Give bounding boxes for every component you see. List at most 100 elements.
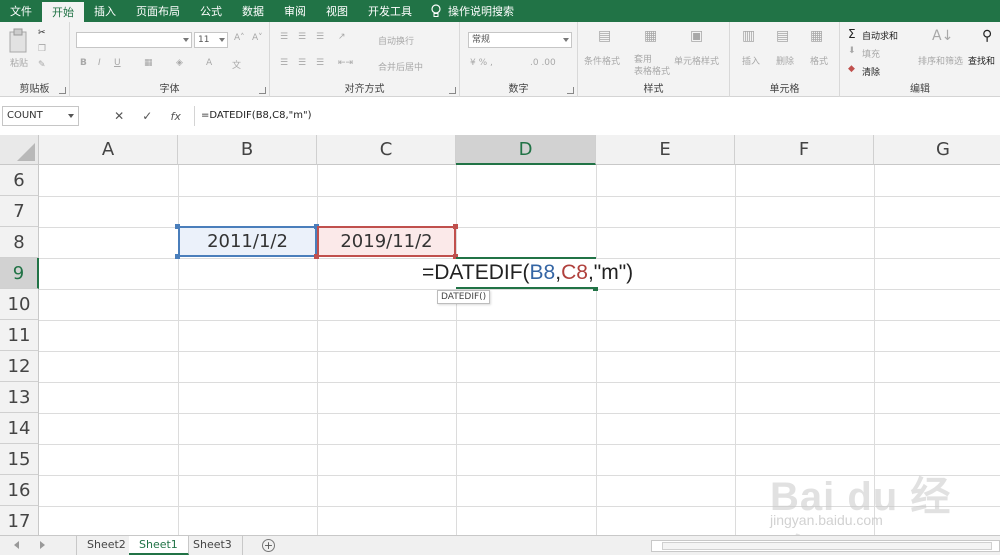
cell-b8[interactable]: 2011/1/2 <box>178 226 317 257</box>
underline-button[interactable]: U <box>114 58 121 68</box>
format-painter-icon[interactable]: ✎ <box>38 60 46 70</box>
row-header-13[interactable]: 13 <box>0 382 39 413</box>
wrap-text-button[interactable]: 自动换行 <box>378 34 414 47</box>
number-launcher-icon[interactable] <box>567 87 574 94</box>
orientation-icon[interactable]: ↗ <box>338 32 346 42</box>
sheet-tab-sheet1[interactable]: Sheet1 <box>129 536 189 555</box>
sheet-tab-sheet3[interactable]: Sheet3 <box>183 536 243 555</box>
font-launcher-icon[interactable] <box>259 87 266 94</box>
range-handle[interactable] <box>314 254 319 259</box>
function-tooltip[interactable]: DATEDIF() <box>437 290 491 304</box>
insert-cells-button[interactable]: 插入 <box>742 54 760 67</box>
range-handle[interactable] <box>175 224 180 229</box>
cell-styles-button[interactable]: 单元格样式 <box>674 54 719 67</box>
range-handle[interactable] <box>453 224 458 229</box>
formula-input[interactable]: =DATEDIF(B8,C8,"m") <box>194 106 1000 126</box>
row-header-7[interactable]: 7 <box>0 196 39 227</box>
worksheet-grid[interactable]: A B C D E F G 6 7 8 9 10 11 12 13 14 15 … <box>0 135 1000 535</box>
number-format-select[interactable]: 常规 <box>468 32 572 48</box>
tell-me-search[interactable]: 操作说明搜索 <box>422 0 514 22</box>
row-header-16[interactable]: 16 <box>0 475 39 506</box>
column-header-c[interactable]: C <box>317 135 456 165</box>
font-color-icon[interactable]: A <box>206 58 212 68</box>
tab-view[interactable]: 视图 <box>316 0 358 22</box>
row-header-12[interactable]: 12 <box>0 351 39 382</box>
conditional-format-icon[interactable]: ▤ <box>598 28 611 44</box>
row-header-10[interactable]: 10 <box>0 289 39 320</box>
fill-color-icon[interactable]: ◈ <box>176 58 183 68</box>
autosum-button[interactable]: 自动求和 <box>862 29 898 42</box>
align-bottom-icon[interactable]: ☰ <box>316 32 324 42</box>
column-header-e[interactable]: E <box>596 135 735 165</box>
merge-center-button[interactable]: 合并后居中 <box>378 60 423 73</box>
cell-styles-icon[interactable]: ▣ <box>690 28 703 44</box>
phonetic-icon[interactable]: 文 <box>232 58 241 71</box>
scrollbar-thumb[interactable] <box>662 542 992 550</box>
column-header-a[interactable]: A <box>39 135 178 165</box>
tab-data[interactable]: 数据 <box>232 0 274 22</box>
row-header-9[interactable]: 9 <box>0 258 39 289</box>
border-icon[interactable]: ▦ <box>144 58 153 68</box>
cancel-icon[interactable]: ✕ <box>114 109 124 123</box>
sheet-tab-sheet2[interactable]: Sheet2 <box>76 536 137 555</box>
tab-insert[interactable]: 插入 <box>84 0 126 22</box>
autosum-icon[interactable]: Σ <box>848 27 856 41</box>
decrease-font-icon[interactable]: A˅ <box>252 33 263 43</box>
increase-font-icon[interactable]: A˄ <box>234 33 245 43</box>
next-sheet-icon[interactable] <box>40 541 45 549</box>
conditional-format-button[interactable]: 条件格式 <box>584 54 620 67</box>
row-header-11[interactable]: 11 <box>0 320 39 351</box>
prev-sheet-icon[interactable] <box>14 541 19 549</box>
enter-icon[interactable]: ✓ <box>142 109 152 123</box>
format-table-icon[interactable]: ▦ <box>644 28 657 44</box>
fill-button[interactable]: 填充 <box>862 47 880 60</box>
format-cells-button[interactable]: 格式 <box>810 54 828 67</box>
name-box-chevron-down-icon[interactable] <box>68 114 74 118</box>
clipboard-launcher-icon[interactable] <box>59 87 66 94</box>
tab-page-layout[interactable]: 页面布局 <box>126 0 190 22</box>
fill-icon[interactable]: ⬇ <box>848 46 856 56</box>
tab-review[interactable]: 审阅 <box>274 0 316 22</box>
select-all-button[interactable] <box>0 135 39 165</box>
align-top-icon[interactable]: ☰ <box>280 32 288 42</box>
insert-cells-icon[interactable]: ▥ <box>742 28 755 44</box>
font-size-select[interactable]: 11 <box>194 32 228 48</box>
align-left-icon[interactable]: ☰ <box>280 58 288 68</box>
column-header-d[interactable]: D <box>456 135 596 165</box>
horizontal-scrollbar[interactable] <box>651 540 1000 552</box>
sort-filter-icon[interactable]: A↓ <box>932 28 953 44</box>
delete-cells-button[interactable]: 删除 <box>776 54 794 67</box>
format-cells-icon[interactable]: ▦ <box>810 28 823 44</box>
format-as-table-button[interactable]: 套用 表格格式 <box>634 54 670 78</box>
bold-button[interactable]: B <box>80 58 87 68</box>
font-name-select[interactable] <box>76 32 192 48</box>
delete-cells-icon[interactable]: ▤ <box>776 28 789 44</box>
row-header-14[interactable]: 14 <box>0 413 39 444</box>
cell-c8[interactable]: 2019/11/2 <box>317 226 456 257</box>
decimal-icon[interactable]: .0 .00 <box>530 58 556 68</box>
name-box[interactable]: COUNT <box>2 106 79 126</box>
copy-icon[interactable]: ❐ <box>38 44 46 54</box>
align-right-icon[interactable]: ☰ <box>316 58 324 68</box>
italic-button[interactable]: I <box>98 58 101 68</box>
align-middle-icon[interactable]: ☰ <box>298 32 306 42</box>
row-header-6[interactable]: 6 <box>0 165 39 196</box>
sort-filter-button[interactable]: 排序和筛选 <box>918 54 963 67</box>
currency-icon[interactable]: ¥ % , <box>470 58 493 68</box>
tab-home[interactable]: 开始 <box>42 2 84 22</box>
alignment-launcher-icon[interactable] <box>449 87 456 94</box>
row-header-15[interactable]: 15 <box>0 444 39 475</box>
add-sheet-button[interactable]: + <box>262 539 275 552</box>
tab-file[interactable]: 文件 <box>0 0 42 22</box>
clear-button[interactable]: 清除 <box>862 65 880 78</box>
paste-icon[interactable] <box>8 28 30 54</box>
tab-formulas[interactable]: 公式 <box>190 0 232 22</box>
row-header-17[interactable]: 17 <box>0 506 39 535</box>
row-header-8[interactable]: 8 <box>0 227 39 258</box>
column-header-b[interactable]: B <box>178 135 317 165</box>
clear-icon[interactable]: ◆ <box>848 64 855 74</box>
tab-developer[interactable]: 开发工具 <box>358 0 422 22</box>
cut-icon[interactable]: ✂ <box>38 28 46 38</box>
column-header-f[interactable]: F <box>735 135 874 165</box>
align-center-icon[interactable]: ☰ <box>298 58 306 68</box>
